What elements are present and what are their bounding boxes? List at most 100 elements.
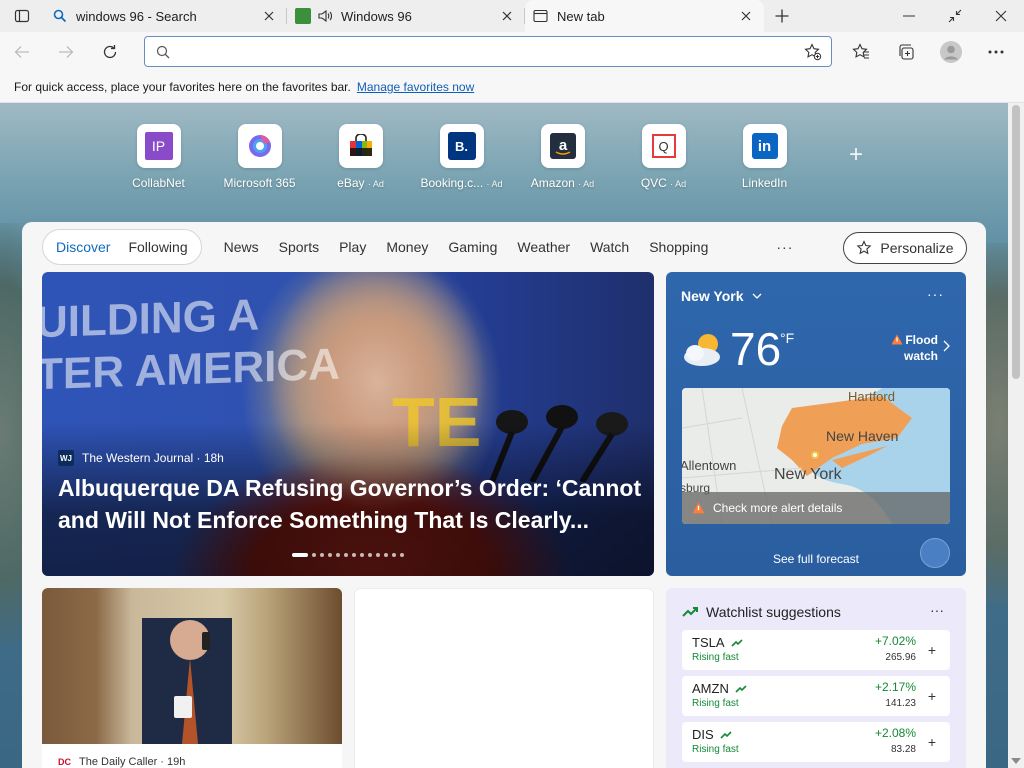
weather-location[interactable]: New York <box>681 288 762 304</box>
tab-new-tab[interactable]: New tab <box>525 0 764 32</box>
tab-title: New tab <box>557 8 605 24</box>
check-alert-details[interactable]: Check more alert details <box>682 492 950 524</box>
quick-link-label: Booking.c... <box>420 176 484 190</box>
add-to-watchlist-button[interactable]: + <box>922 640 942 660</box>
quick-link-booking[interactable]: B. Booking.c... · Ad <box>411 124 512 190</box>
map-label: Hartford <box>848 389 895 404</box>
add-to-watchlist-button[interactable]: + <box>922 732 942 752</box>
add-to-watchlist-button[interactable]: + <box>922 686 942 706</box>
collections-button[interactable] <box>883 32 928 72</box>
watchlist-more-button[interactable]: ··· <box>930 602 944 618</box>
quick-link-label: QVC <box>640 176 667 190</box>
collabnet-logo-icon: IP <box>144 132 173 160</box>
refresh-icon <box>103 45 117 59</box>
weather-more-button[interactable]: ··· <box>927 286 944 302</box>
chevron-right-icon[interactable] <box>943 340 950 352</box>
rising-trend-icon <box>720 730 732 739</box>
quick-link-qvc[interactable]: Q QVC · Ad <box>613 124 714 190</box>
quick-link-ebay[interactable]: eBay · Ad <box>310 124 411 190</box>
tab-windows96[interactable]: Windows 96 <box>287 0 525 32</box>
audio-speaker-icon[interactable] <box>317 8 333 24</box>
qvc-logo-icon: Q <box>651 134 676 158</box>
ad-label: · Ad <box>367 179 384 189</box>
weather-card[interactable]: New York ··· 76 °F Flood watch Hartford N… <box>666 272 966 576</box>
stock-row-amzn[interactable]: AMZN Rising fast +2.17% 141.23 + <box>682 676 950 716</box>
quick-link-label: LinkedIn <box>741 176 788 190</box>
close-icon <box>502 11 512 21</box>
nav-more-button[interactable]: ··· <box>718 239 803 255</box>
quick-link-label: CollabNet <box>132 176 185 190</box>
map-label: Allentown <box>682 458 737 473</box>
quick-link-microsoft-365[interactable]: Microsoft 365 <box>209 124 310 190</box>
weather-alert-map[interactable]: Hartford New Haven Allentown New York sb… <box>682 388 950 524</box>
temperature-unit[interactable]: °F <box>780 330 794 346</box>
nav-gaming[interactable]: Gaming <box>438 239 507 255</box>
quick-links: IP CollabNet Microsoft 365 eBay · Ad B. … <box>108 124 815 190</box>
linkedin-logo-icon: in <box>751 133 778 159</box>
tab-close-button[interactable] <box>259 6 279 26</box>
weather-round-thumb-icon[interactable] <box>920 538 950 568</box>
page-scrollbar[interactable] <box>1008 103 1024 768</box>
collections-icon <box>898 44 914 60</box>
story-card[interactable]: DC The Daily Caller · 19h <box>42 588 342 768</box>
svg-text:a: a <box>558 137 567 154</box>
new-tab-button[interactable] <box>764 0 800 32</box>
add-favorite-button[interactable] <box>795 42 831 61</box>
temperature: 76 <box>730 323 782 375</box>
manage-favorites-link[interactable]: Manage favorites now <box>357 80 474 94</box>
stock-row-tsla[interactable]: TSLA Rising fast +7.02% 265.96 + <box>682 630 950 670</box>
quick-link-collabnet[interactable]: IP CollabNet <box>108 124 209 190</box>
add-quick-link-button[interactable]: + <box>844 143 868 168</box>
minimize-button[interactable] <box>886 0 932 32</box>
bing-search-icon <box>52 8 68 24</box>
forward-button[interactable] <box>44 32 88 72</box>
scrollbar-thumb[interactable] <box>1012 105 1020 379</box>
blank-story-card[interactable] <box>354 588 654 768</box>
scroll-down-arrow-icon[interactable] <box>1011 758 1021 764</box>
hero-story-card[interactable]: UILDING A TER AMERICA TE WJ The Western … <box>42 272 654 576</box>
favorites-bar-hint: For quick access, place your favorites h… <box>14 80 351 94</box>
close-icon <box>264 11 274 21</box>
avatar-icon <box>939 41 962 63</box>
quick-link-linkedin[interactable]: in LinkedIn <box>714 124 815 190</box>
stock-price: 141.23 <box>885 698 916 709</box>
address-input[interactable] <box>181 38 795 65</box>
stock-price: 83.28 <box>890 744 916 755</box>
map-label: New Haven <box>826 428 899 444</box>
nav-weather[interactable]: Weather <box>507 239 580 255</box>
tab-following[interactable]: Following <box>119 239 196 255</box>
watchlist-card: Watchlist suggestions ··· TSLA Rising fa… <box>666 588 966 768</box>
stock-row-dis[interactable]: DIS Rising fast +2.08% 83.28 + <box>682 722 950 762</box>
flood-watch-alert[interactable]: Flood watch <box>891 332 938 364</box>
address-bar[interactable] <box>144 36 832 67</box>
quick-link-amazon[interactable]: a Amazon · Ad <box>512 124 613 190</box>
restore-button[interactable] <box>932 0 978 32</box>
personalize-button[interactable]: Personalize <box>843 232 967 264</box>
toolbar-right <box>838 32 1018 72</box>
nav-sports[interactable]: Sports <box>269 239 329 255</box>
nav-news[interactable]: News <box>214 239 269 255</box>
close-window-button[interactable] <box>978 0 1024 32</box>
partly-cloudy-icon <box>684 334 720 366</box>
profile-button[interactable] <box>928 32 973 72</box>
ad-label: · Ad <box>578 179 595 189</box>
tab-close-button[interactable] <box>497 6 517 26</box>
tab-discover[interactable]: Discover <box>47 239 119 255</box>
nav-watch[interactable]: Watch <box>580 239 639 255</box>
tab-actions-icon <box>14 9 30 23</box>
nav-play[interactable]: Play <box>329 239 376 255</box>
refresh-button[interactable] <box>88 32 132 72</box>
favorites-button[interactable] <box>838 32 883 72</box>
tab-title: Windows 96 <box>341 8 412 24</box>
nav-shopping[interactable]: Shopping <box>639 239 718 255</box>
settings-more-button[interactable] <box>973 32 1018 72</box>
tab-close-button[interactable] <box>736 6 756 26</box>
carousel-dots[interactable] <box>292 553 408 557</box>
tab-search[interactable]: windows 96 - Search <box>44 0 287 32</box>
tab-actions-button[interactable] <box>0 0 44 32</box>
back-button[interactable] <box>0 32 44 72</box>
hero-headline[interactable]: Albuquerque DA Refusing Governor’s Order… <box>58 472 648 536</box>
window-controls <box>886 0 1024 32</box>
tab-strip: windows 96 - Search Windows 96 New tab <box>0 0 1024 32</box>
nav-money[interactable]: Money <box>376 239 438 255</box>
